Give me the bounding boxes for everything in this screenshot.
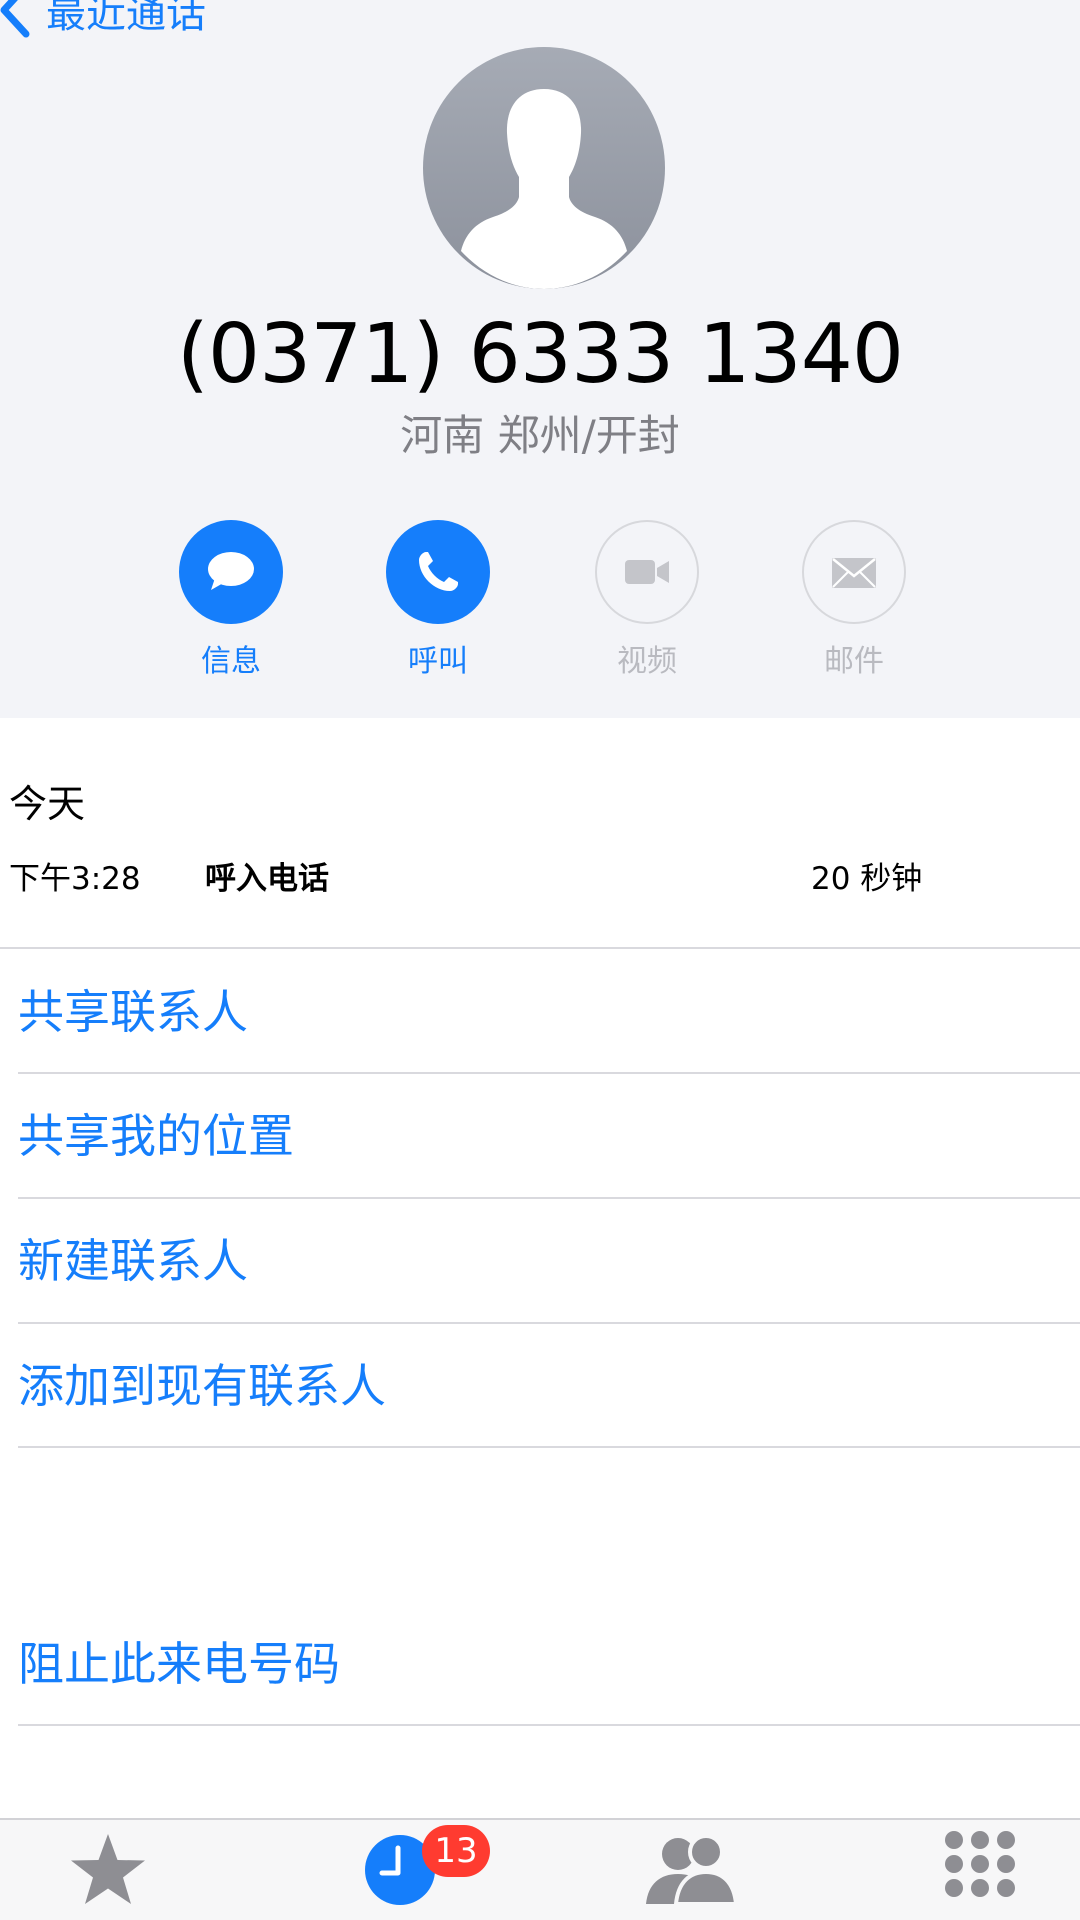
call-label: 呼叫 bbox=[408, 644, 468, 679]
back-button[interactable]: 最近通话 bbox=[0, 0, 206, 42]
avatar bbox=[423, 47, 665, 289]
divider bbox=[18, 1197, 1080, 1199]
message-circle bbox=[179, 520, 283, 624]
divider bbox=[18, 1446, 1080, 1448]
star-icon bbox=[71, 1834, 145, 1904]
envelope-icon bbox=[832, 558, 876, 588]
message-label: 信息 bbox=[201, 644, 261, 679]
video-label: 视频 bbox=[617, 644, 677, 679]
add-to-existing-contact-option[interactable]: 添加到现有联系人 bbox=[18, 1356, 386, 1416]
call-button[interactable]: 呼叫 bbox=[368, 520, 508, 680]
contact-detail-screen: 最近通话 (0371) 6333 1340 河南 郑州/开封 信息 呼叫 视频 … bbox=[0, 0, 1080, 1920]
tab-bar bbox=[0, 1818, 1080, 1920]
call-history-row: 下午3:28 呼入电话 20 秒钟 bbox=[0, 857, 1080, 901]
message-button[interactable]: 信息 bbox=[161, 520, 301, 680]
divider bbox=[0, 947, 1080, 949]
tab-contacts[interactable] bbox=[630, 1830, 750, 1920]
recent-day-title: 今天 bbox=[9, 782, 86, 826]
people-icon bbox=[646, 1834, 739, 1906]
chevron-left-icon bbox=[0, 0, 30, 38]
message-bubble-icon bbox=[208, 552, 254, 590]
new-contact-option[interactable]: 新建联系人 bbox=[18, 1231, 248, 1291]
mail-button[interactable]: 邮件 bbox=[784, 520, 924, 680]
phone-number: (0371) 6333 1340 bbox=[176, 307, 904, 402]
mail-circle bbox=[802, 520, 906, 624]
video-circle bbox=[595, 520, 699, 624]
call-duration: 20 秒钟 bbox=[811, 861, 923, 897]
keypad-icon bbox=[945, 1831, 1015, 1897]
call-time: 下午3:28 bbox=[9, 861, 141, 897]
divider bbox=[18, 1072, 1080, 1074]
mail-label: 邮件 bbox=[824, 644, 884, 679]
contact-header: 最近通话 (0371) 6333 1340 河南 郑州/开封 信息 呼叫 视频 … bbox=[0, 0, 1080, 718]
person-silhouette-icon bbox=[461, 89, 627, 289]
call-type: 呼入电话 bbox=[205, 861, 329, 897]
divider bbox=[18, 1322, 1080, 1324]
phone-icon bbox=[419, 552, 458, 591]
tab-keypad[interactable] bbox=[920, 1830, 1040, 1920]
recents-badge: 13 bbox=[422, 1825, 490, 1877]
share-contact-option[interactable]: 共享联系人 bbox=[18, 982, 248, 1042]
video-button[interactable]: 视频 bbox=[577, 520, 717, 680]
block-caller-option[interactable]: 阻止此来电号码 bbox=[18, 1634, 340, 1694]
back-label: 最近通话 bbox=[46, 0, 206, 37]
divider bbox=[18, 1724, 1080, 1726]
phone-location: 河南 郑州/开封 bbox=[400, 411, 680, 460]
action-buttons: 信息 呼叫 视频 邮件 bbox=[0, 520, 1080, 680]
call-circle bbox=[386, 520, 490, 624]
video-camera-icon bbox=[625, 560, 669, 584]
share-location-option[interactable]: 共享我的位置 bbox=[18, 1106, 294, 1166]
tab-favorites[interactable] bbox=[48, 1830, 168, 1920]
